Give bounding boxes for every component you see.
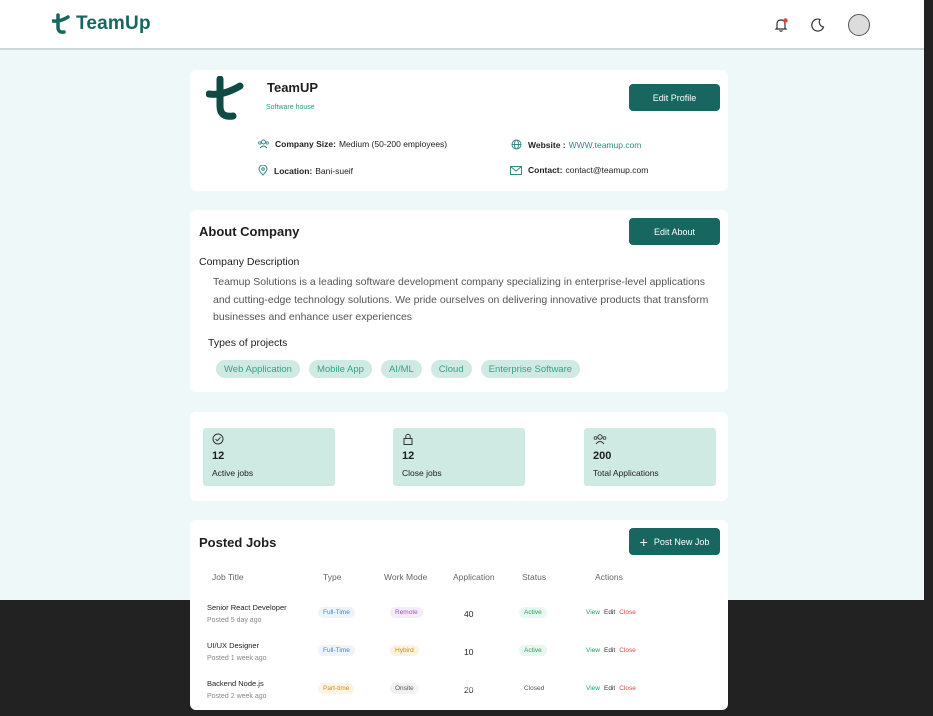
company-size-value: Medium (50-200 employees) (338, 139, 448, 149)
website-label: Website : (528, 139, 566, 150)
column-header: Work Mode (384, 572, 428, 582)
close-action[interactable]: Close (619, 609, 636, 616)
close-action[interactable]: Close (619, 647, 636, 654)
moon-icon[interactable] (808, 15, 828, 35)
stat-value: 200 (593, 450, 612, 462)
edit-action[interactable]: Edit (604, 647, 615, 654)
view-action[interactable]: View (586, 609, 600, 616)
project-tag: Mobile App (308, 360, 372, 378)
location-info: Location: Bani-sueif (258, 165, 353, 176)
post-new-job-label: Post New Job (653, 536, 710, 547)
users-icon (258, 139, 269, 149)
bell-icon[interactable] (771, 15, 791, 35)
watermark-logo: نفذلي (410, 655, 527, 699)
stat-value: 12 (402, 450, 415, 462)
job-type-badge: Full-Time (318, 645, 355, 656)
brand-logo[interactable]: TeamUp (52, 13, 151, 35)
table-row: Senior React Developer Posted 5 day ago … (190, 600, 728, 638)
job-title[interactable]: Senior React Developer (207, 603, 287, 612)
app-window: TeamUp TeamUP Software house Edit Profil… (0, 0, 924, 600)
company-type: Software house (266, 104, 315, 111)
check-circle-icon (212, 433, 224, 445)
about-title: About Company (199, 224, 300, 239)
column-header: Status (522, 572, 547, 582)
company-description: Teamup Solutions is a leading software d… (213, 276, 709, 323)
job-stats-card: 12 Active jobs 12 Close jobs 200 Total A… (190, 412, 728, 501)
company-size-label: Company Size: (275, 139, 336, 149)
edit-profile-button[interactable]: Edit Profile (629, 84, 720, 111)
row-actions: View Edit Close (586, 647, 640, 654)
location-value: Bani-sueif (315, 165, 354, 176)
teamup-logo-icon (52, 13, 70, 34)
company-name: TeamUP (267, 80, 319, 95)
description-title: Company Description (199, 256, 300, 268)
project-tags: Web Application Mobile App AI/ML Cloud E… (216, 360, 581, 378)
post-new-job-button[interactable]: + Post New Job (629, 528, 720, 555)
watermark-url: nafezly.com (418, 696, 506, 711)
stat-label: Active jobs (212, 468, 254, 478)
stat-closed-jobs: 12 Close jobs (393, 428, 525, 486)
plus-icon: + (639, 533, 648, 550)
view-action[interactable]: View (586, 647, 600, 654)
projects-title: Types of projects (208, 337, 288, 349)
job-title[interactable]: Backend Node.js (207, 679, 264, 688)
job-type-badge: Full-Time (318, 607, 355, 618)
edit-action[interactable]: Edit (604, 609, 615, 616)
lock-icon (403, 433, 413, 445)
website-info: Website : WWW.teamup.com (511, 139, 641, 150)
stat-label: Close jobs (402, 468, 442, 478)
column-header: Actions (595, 572, 623, 582)
stat-active-jobs: 12 Active jobs (203, 428, 335, 486)
column-header: Job Title (212, 572, 244, 582)
project-tag: Web Application (216, 360, 300, 378)
globe-icon (511, 139, 522, 150)
stat-label: Total Applications (593, 468, 659, 478)
stat-value: 12 (212, 450, 225, 462)
row-actions: View Edit Close (586, 685, 640, 692)
close-action[interactable]: Close (619, 685, 636, 692)
project-tag: AI/ML (380, 360, 422, 378)
job-posted-date: Posted 1 week ago (207, 655, 267, 662)
work-mode-badge: Remote (390, 607, 423, 618)
users-icon (593, 434, 607, 445)
edit-about-button[interactable]: Edit About (629, 218, 720, 245)
contact-info: Contact: contact@teamup.com (510, 165, 648, 175)
top-navbar: TeamUp (0, 0, 924, 50)
job-posted-date: Posted 5 day ago (207, 617, 262, 624)
edit-action[interactable]: Edit (604, 685, 615, 692)
job-posted-date: Posted 2 week ago (207, 693, 267, 700)
status-badge: Active (519, 607, 547, 618)
view-action[interactable]: View (586, 685, 600, 692)
job-type-badge: Part-time (318, 683, 355, 694)
column-header: Application (453, 572, 495, 582)
company-profile-card: TeamUP Software house Edit Profile Compa… (190, 70, 728, 191)
stat-total-applications: 200 Total Applications (584, 428, 716, 486)
location-label: Location: (274, 165, 313, 176)
user-avatar[interactable] (848, 14, 870, 36)
application-count: 40 (464, 609, 474, 619)
posted-jobs-title: Posted Jobs (199, 535, 277, 550)
brand-name: TeamUp (76, 13, 151, 34)
column-header: Type (323, 572, 342, 582)
project-tag: Cloud (430, 360, 472, 378)
website-link[interactable]: WWW.teamup.com (569, 140, 642, 150)
contact-label: Contact: (528, 165, 563, 175)
company-logo-icon (206, 76, 244, 120)
map-pin-icon (258, 165, 268, 176)
job-title[interactable]: UI/UX Designer (207, 641, 259, 650)
contact-value[interactable]: contact@teamup.com (565, 165, 648, 175)
mail-icon (510, 165, 522, 175)
company-size-info: Company Size: Medium (50-200 employees) (258, 139, 447, 149)
row-actions: View Edit Close (586, 609, 640, 616)
project-tag: Enterprise Software (480, 360, 581, 378)
about-company-card: About Company Edit About Company Descrip… (190, 210, 728, 392)
